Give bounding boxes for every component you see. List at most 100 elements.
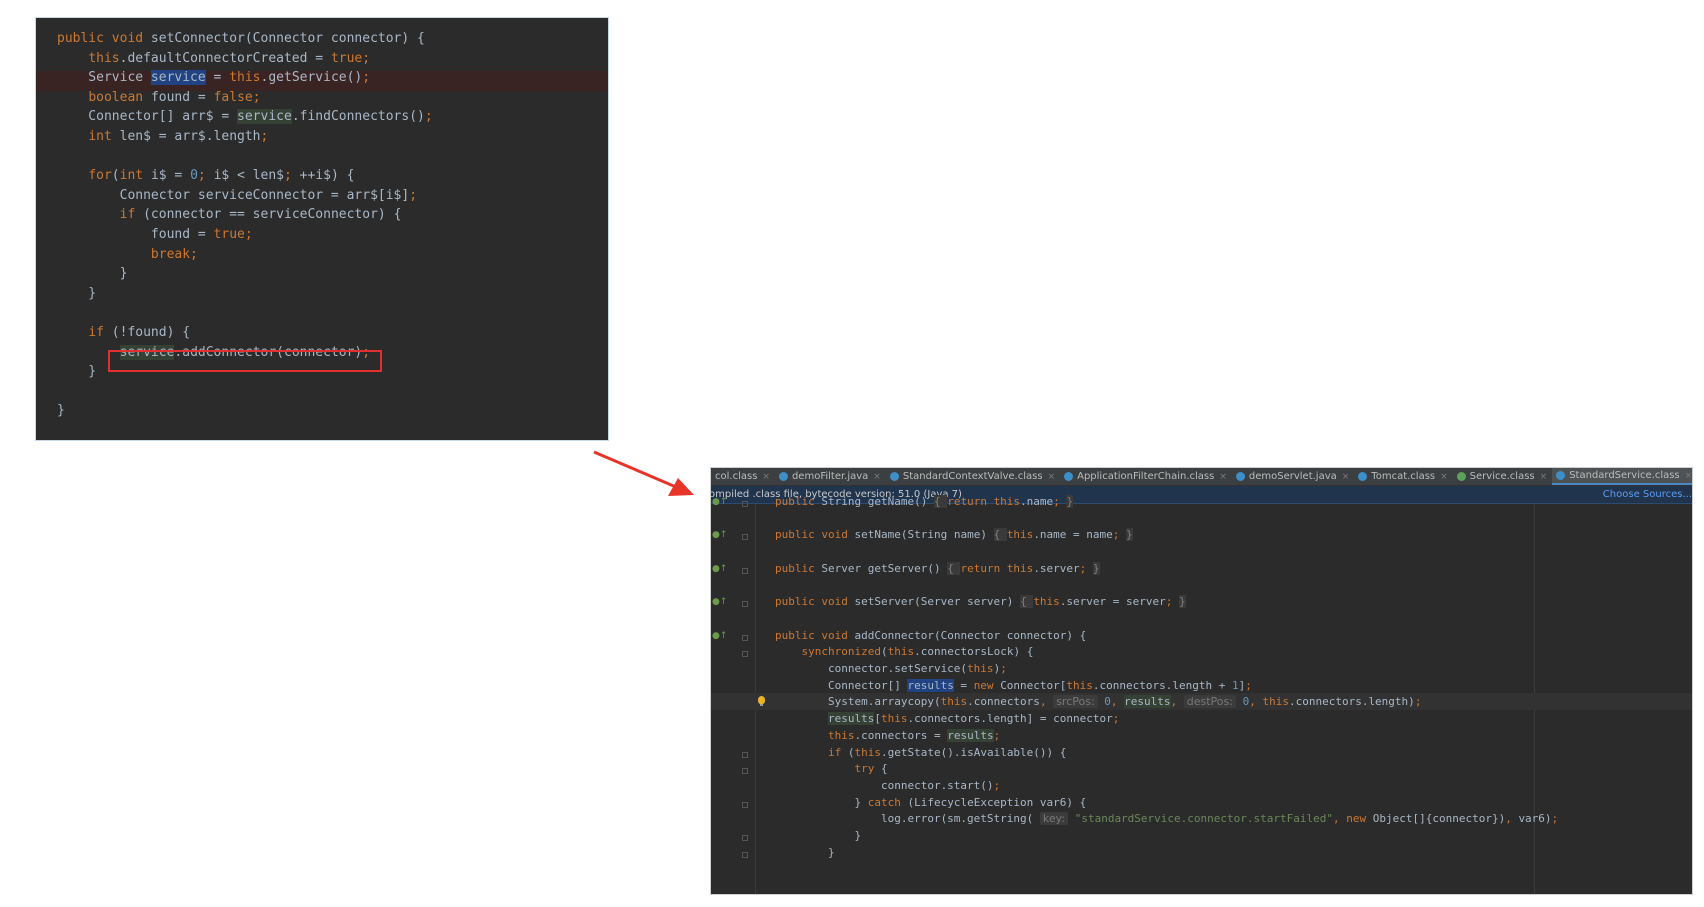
code-line: public void setName(String name) { this.… [775, 528, 1133, 542]
code-token: ; [1165, 595, 1180, 609]
code-token: setName(String name) [854, 528, 994, 542]
code-line: connector.setService(this); [775, 662, 1007, 675]
code-line: break; [57, 247, 198, 262]
override-marker-icon[interactable]: ●↑ [712, 597, 727, 607]
fold-icon[interactable] [742, 567, 748, 574]
override-marker-icon[interactable]: ●↑ [712, 631, 727, 641]
tab-standardcontextvalve-class[interactable]: StandardContextValve.class × [886, 468, 1060, 485]
code-token: , [1249, 695, 1263, 709]
code-token: 0 [1104, 695, 1111, 709]
code-token: ( [111, 168, 120, 184]
fold-icon[interactable] [742, 634, 748, 641]
tab-label: StandardService.class [1569, 470, 1680, 481]
code-token: (connector == serviceConnector) { [143, 207, 402, 223]
code-token: System.arraycopy( [775, 695, 941, 709]
fold-icon[interactable] [742, 751, 748, 758]
fold-icon[interactable] [742, 501, 748, 507]
code-token: Connector serviceConnector = arr$[i$] [57, 187, 410, 203]
tab-demofilter-java[interactable]: demoFilter.java × [775, 468, 886, 485]
close-icon[interactable]: × [1219, 472, 1227, 482]
code-token: = [953, 678, 974, 692]
fold-icon[interactable] [742, 768, 748, 775]
code-line: boolean found = false; [57, 89, 260, 105]
class-icon [778, 472, 788, 481]
code-token: ; [244, 227, 253, 242]
lightbulb-icon[interactable] [758, 696, 765, 706]
close-icon[interactable]: × [873, 472, 881, 482]
close-icon[interactable]: × [1440, 472, 1448, 482]
code-token: this [940, 695, 968, 709]
code-token: .connectors [967, 695, 1040, 709]
override-marker-icon[interactable]: ●↑ [712, 497, 727, 507]
code-token: ; [284, 168, 300, 184]
close-icon[interactable]: × [1685, 471, 1692, 481]
code-token: log.error(sm.getString( [775, 812, 1040, 826]
tab-demoservlet-java[interactable]: demoServlet.java × [1232, 468, 1354, 485]
close-icon[interactable]: × [1540, 472, 1548, 482]
code-token: { [993, 528, 1007, 542]
tab-tomcat-class[interactable]: Tomcat.class × [1354, 468, 1452, 485]
choose-sources-link[interactable]: Choose Sources... [1603, 486, 1692, 503]
code-token: Object[]{connector}) [1372, 812, 1506, 826]
code-line: } [57, 286, 96, 301]
code-token: , [1332, 812, 1347, 826]
code-token: , [1170, 695, 1184, 709]
fold-icon[interactable] [742, 801, 748, 808]
tab-label: ApplicationFilterChain.class [1077, 471, 1215, 482]
code-token: .connectors.length] = connector [907, 712, 1113, 726]
close-icon[interactable]: × [762, 472, 770, 482]
fold-icon[interactable] [742, 651, 748, 658]
parameter-hint: srcPos: [1053, 695, 1098, 709]
class-icon [1358, 472, 1368, 481]
tab-service-class[interactable]: Service.class × [1453, 468, 1553, 485]
code-line: public void addConnector(Connector conne… [775, 629, 1086, 642]
code-token: ++i$) { [299, 168, 355, 184]
tab-standardservice-class[interactable]: StandardService.class × [1552, 468, 1692, 485]
code-line: int len$ = arr$.length; [57, 129, 268, 144]
fold-icon[interactable] [742, 601, 748, 608]
fold-icon[interactable] [742, 534, 748, 541]
code-line: Service service = this.getService(); [57, 70, 370, 86]
code-token: service [237, 109, 292, 125]
code-token: this [880, 712, 908, 726]
code-token: .connectors.length + [1092, 678, 1232, 692]
tab-applicationfilterchain-class[interactable]: ApplicationFilterChain.class × [1060, 468, 1232, 485]
code-token: this [1262, 695, 1289, 709]
code-token: connector.start() [775, 778, 994, 792]
tab-label: col.class [715, 471, 758, 482]
code-line: } [57, 266, 128, 281]
code-token: ; [993, 778, 1001, 792]
override-marker-icon[interactable]: ●↑ [712, 564, 727, 574]
parameter-hint: key: [1039, 812, 1069, 826]
code-token: ; [1112, 712, 1120, 726]
code-token: catch [867, 795, 908, 809]
left-code-editor: public void setConnector(Connector conne… [36, 18, 608, 440]
tab-col-class[interactable]: col.class × [711, 468, 775, 485]
code-token: addConnector(Connector connector) { [854, 628, 1087, 642]
arrow-shaft [593, 450, 677, 489]
code-token: i$ < len$ [213, 168, 285, 184]
close-icon[interactable]: × [1342, 472, 1350, 482]
code-token: } [1179, 595, 1186, 609]
close-icon[interactable]: × [1048, 472, 1056, 482]
code-line: found = true; [57, 227, 253, 242]
code-token: ; [1112, 528, 1127, 542]
override-marker-icon[interactable]: ●↑ [712, 530, 727, 540]
code-token: if [88, 325, 112, 340]
code-token: public void [775, 628, 855, 642]
fold-icon[interactable] [742, 851, 748, 858]
fold-icon[interactable] [742, 835, 748, 841]
code-token: .server = server [1059, 595, 1166, 609]
code-token: results [907, 678, 954, 692]
code-token: Connector[] arr$ = [57, 109, 238, 125]
code-token: false [213, 89, 253, 105]
class-icon [889, 472, 899, 481]
code-token: , [1505, 812, 1519, 826]
code-token: new [1346, 812, 1373, 826]
class-icon [1556, 471, 1566, 480]
code-token: true [213, 227, 245, 242]
